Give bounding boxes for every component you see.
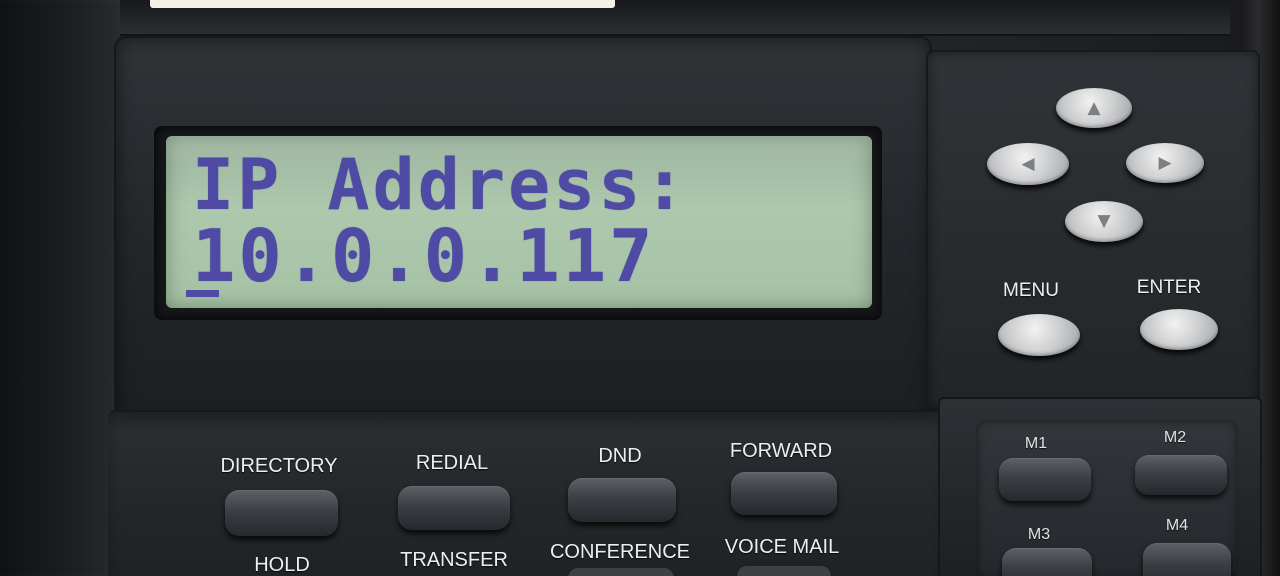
voice-mail-label: VOICE MAIL: [724, 536, 840, 558]
conference-label: CONFERENCE: [549, 541, 691, 563]
down-button[interactable]: ▼: [1065, 201, 1143, 242]
down-arrow-icon: ▼: [1097, 211, 1111, 231]
up-button[interactable]: ▲: [1056, 88, 1132, 128]
enter-button[interactable]: [1140, 309, 1218, 350]
lcd-line-ip-label: IP Address:: [192, 144, 689, 226]
ip-phone: IP Address: 10.0.0.117 ▲ ◀ ▶ ▼ MENU ENTE…: [0, 0, 1280, 576]
m4-label: M4: [1165, 517, 1189, 534]
directory-label: DIRECTORY: [220, 455, 338, 477]
lcd-cursor: [186, 290, 219, 297]
lcd-line-ip-value: 10.0.0.117: [192, 214, 656, 298]
paper-label-strip: [150, 0, 615, 8]
m3-button[interactable]: [1002, 548, 1092, 576]
right-button[interactable]: ▶: [1126, 143, 1204, 183]
dnd-button[interactable]: [568, 478, 676, 522]
lcd-display: IP Address: 10.0.0.117: [166, 136, 872, 308]
voice-mail-button[interactable]: [737, 566, 831, 576]
menu-button[interactable]: [998, 314, 1080, 356]
hold-label: HOLD: [254, 554, 310, 576]
up-arrow-icon: ▲: [1087, 97, 1101, 118]
conference-button[interactable]: [568, 568, 674, 576]
m4-button[interactable]: [1143, 543, 1231, 576]
m1-button[interactable]: [999, 458, 1091, 501]
m2-button[interactable]: [1135, 455, 1227, 495]
m3-label: M3: [1027, 526, 1051, 543]
redial-label: REDIAL: [415, 452, 489, 474]
left-arrow-icon: ◀: [1021, 153, 1035, 174]
transfer-label: TRANSFER: [400, 549, 508, 571]
m1-label: M1: [1024, 435, 1048, 452]
dnd-label: DND: [598, 445, 642, 467]
menu-label: MENU: [1003, 280, 1059, 301]
directory-button[interactable]: [225, 490, 338, 536]
right-arrow-icon: ▶: [1158, 152, 1172, 173]
redial-button[interactable]: [398, 486, 510, 530]
enter-label: ENTER: [1136, 277, 1202, 298]
forward-button[interactable]: [731, 472, 837, 515]
m2-label: M2: [1163, 429, 1187, 446]
left-button[interactable]: ◀: [987, 143, 1069, 185]
forward-label: FORWARD: [729, 440, 833, 462]
